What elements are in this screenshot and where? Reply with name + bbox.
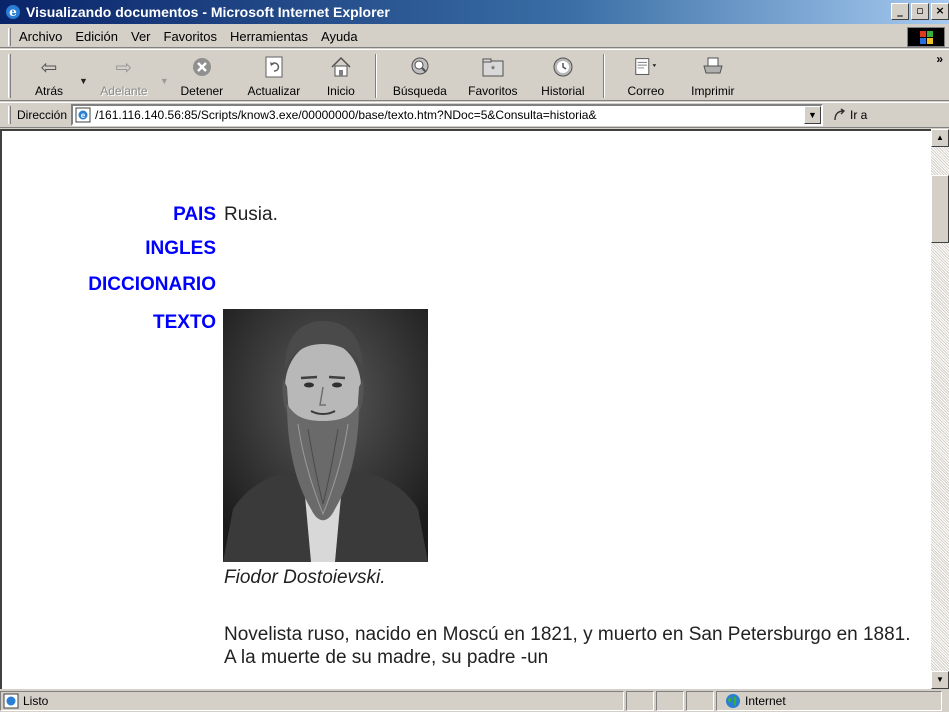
status-cell (656, 691, 684, 711)
forward-dropdown-icon[interactable]: ▼ (160, 76, 169, 86)
toolbar-separator (374, 54, 377, 98)
go-arrow-icon (834, 108, 846, 121)
scroll-up-icon[interactable]: ▲ (931, 129, 949, 147)
back-button[interactable]: ⇦ Atrás (19, 50, 79, 100)
biography-text: Novelista ruso, nacido en Moscú en 1821,… (224, 624, 911, 668)
security-zone: Internet (716, 691, 942, 711)
pais-link[interactable]: PAIS (2, 203, 216, 227)
menu-ayuda[interactable]: Ayuda (321, 29, 358, 44)
stop-button[interactable]: Detener (169, 50, 235, 100)
home-button[interactable]: Inicio (313, 50, 369, 100)
back-dropdown-icon[interactable]: ▼ (79, 76, 88, 86)
menu-herramientas[interactable]: Herramientas (230, 29, 308, 44)
stop-label: Detener (180, 84, 224, 98)
globe-icon (726, 694, 740, 708)
menu-bar: Archivo Edición Ver Favoritos Herramient… (0, 26, 949, 48)
stop-icon (189, 54, 215, 80)
pais-value: Rusia. (224, 204, 278, 225)
close-button[interactable]: × (931, 3, 949, 20)
go-button[interactable]: Ir a (833, 108, 867, 122)
status-bar: Listo Internet (0, 690, 949, 712)
toolbar-grip[interactable] (8, 54, 11, 98)
page-content: PAIS Rusia. INGLES DICCIONARIO TEXTO Fio… (0, 129, 931, 689)
forward-arrow-icon: ⇨ (115, 56, 133, 79)
go-label: Ir a (850, 108, 868, 122)
mail-label: Correo (627, 84, 665, 98)
diccionario-link[interactable]: DICCIONARIO (2, 273, 216, 297)
portrait-image (223, 309, 428, 562)
portrait-caption: Fiodor Dostoievski. (224, 567, 386, 588)
maximize-button[interactable]: ▫ (911, 3, 929, 20)
refresh-button[interactable]: Actualizar (235, 50, 313, 100)
scroll-thumb[interactable] (931, 175, 949, 243)
scroll-down-icon[interactable]: ▼ (931, 671, 949, 689)
ie-logo-icon: e (6, 5, 20, 19)
toolbar-more-chevron-icon[interactable]: » (936, 52, 943, 66)
address-bar: Dirección e /161.116.140.56:85/Scripts/k… (0, 102, 949, 128)
forward-label: Adelante (100, 84, 148, 98)
svg-text:e: e (81, 111, 86, 120)
minimize-button[interactable]: _ (891, 3, 909, 20)
favorites-icon: * (480, 54, 506, 80)
menu-grip[interactable] (8, 27, 11, 46)
menu-edicion[interactable]: Edición (75, 29, 118, 44)
forward-button[interactable]: ⇨ Adelante (88, 50, 160, 100)
printer-icon (700, 54, 726, 80)
menu-archivo[interactable]: Archivo (19, 29, 62, 44)
address-label: Dirección (17, 108, 68, 122)
status-main: Listo (0, 691, 624, 711)
mail-icon (633, 54, 659, 80)
search-icon (407, 54, 433, 80)
favorites-button[interactable]: * Favoritos (457, 50, 529, 100)
address-dropdown-icon[interactable]: ▼ (804, 106, 822, 124)
menu-favoritos[interactable]: Favoritos (164, 29, 217, 44)
ingles-link[interactable]: INGLES (2, 237, 216, 261)
page-status-icon (3, 693, 19, 709)
browser-window: e Visualizando documentos - Microsoft In… (0, 0, 949, 712)
home-label: Inicio (326, 84, 355, 98)
toolbar-separator-2 (602, 54, 605, 98)
search-button[interactable]: Búsqueda (383, 50, 457, 100)
address-grip[interactable] (8, 106, 11, 124)
back-label: Atrás (34, 84, 63, 98)
history-button[interactable]: Historial (529, 50, 597, 100)
search-label: Búsqueda (392, 84, 447, 98)
window-controls: _ ▫ × (891, 3, 949, 20)
history-icon (550, 54, 576, 80)
favorites-label: Favoritos (468, 84, 518, 98)
refresh-label: Actualizar (247, 84, 301, 98)
menu-ver[interactable]: Ver (131, 29, 151, 44)
title-bar: e Visualizando documentos - Microsoft In… (0, 0, 949, 24)
print-button[interactable]: Imprimir (681, 50, 745, 100)
address-input[interactable]: e /161.116.140.56:85/Scripts/know3.exe/0… (71, 104, 824, 126)
refresh-icon (261, 54, 287, 80)
texto-link[interactable]: TEXTO (2, 311, 216, 335)
page-icon: e (75, 107, 91, 123)
windows-logo-icon (907, 27, 945, 47)
status-cell (626, 691, 654, 711)
vertical-scrollbar[interactable]: ▲ ▼ (931, 129, 949, 689)
print-label: Imprimir (691, 84, 735, 98)
zone-label: Internet (745, 694, 786, 708)
window-title: Visualizando documentos - Microsoft Inte… (26, 4, 390, 20)
svg-text:*: * (491, 64, 496, 76)
address-url[interactable]: /161.116.140.56:85/Scripts/know3.exe/000… (95, 108, 809, 122)
mail-button[interactable]: Correo (611, 50, 681, 100)
back-arrow-icon: ⇦ (40, 56, 58, 79)
status-text: Listo (23, 694, 49, 708)
standard-toolbar: ⇦ Atrás ▼ ⇨ Adelante ▼ Detener Actualiza… (0, 49, 949, 101)
home-icon (328, 54, 354, 80)
history-label: Historial (541, 84, 585, 98)
svg-text:e: e (9, 5, 17, 19)
status-cell (686, 691, 714, 711)
